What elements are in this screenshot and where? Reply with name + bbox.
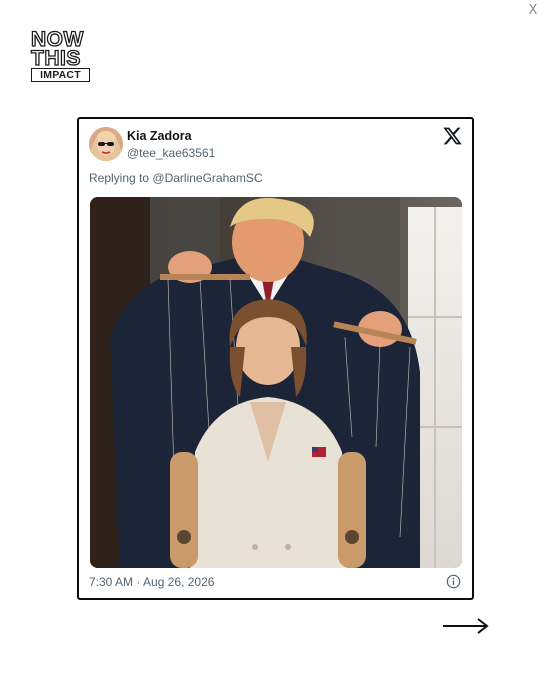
reply-context: Replying to @DarlineGrahamSC	[89, 171, 263, 185]
arrow-right-icon[interactable]	[441, 616, 491, 636]
avatar[interactable]	[89, 127, 123, 161]
reply-prefix: Replying to	[89, 171, 150, 185]
close-button[interactable]: X	[526, 3, 540, 19]
tweet-card: Kia Zadora @tee_kae63561 Replying to @Da…	[77, 117, 474, 600]
reply-mention-link[interactable]: @DarlineGrahamSC	[152, 171, 262, 185]
tweet-timestamp[interactable]: 7:30 AM · Aug 26, 2026	[89, 575, 214, 589]
logo-line-impact: IMPACT	[31, 68, 90, 82]
avatar-image	[89, 127, 123, 161]
nowthis-impact-logo: NOW THIS IMPACT	[30, 28, 90, 82]
info-icon[interactable]	[446, 574, 461, 589]
logo-line-this: THIS	[30, 47, 81, 70]
tweet-image[interactable]	[90, 197, 462, 568]
tweet-image-graphic	[90, 197, 462, 568]
x-logo-icon[interactable]	[442, 126, 462, 146]
user-handle[interactable]: @tee_kae63561	[127, 146, 215, 160]
display-name[interactable]: Kia Zadora	[127, 129, 192, 143]
